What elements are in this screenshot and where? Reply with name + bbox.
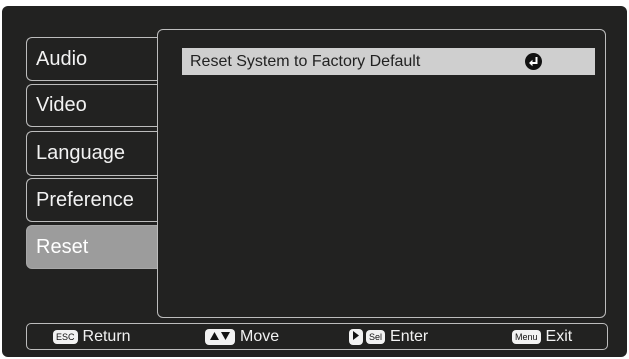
hint-label: Exit xyxy=(545,327,573,345)
tab-label: Reset xyxy=(36,235,89,258)
hint-exit: Menu Exit xyxy=(512,324,572,349)
tab-label: Video xyxy=(36,94,87,116)
menu-key-icon: Menu xyxy=(512,329,541,344)
sel-key-icon: Sel xyxy=(366,329,386,344)
tab-label: Audio xyxy=(36,47,88,70)
esc-key-icon: ESC xyxy=(53,329,78,344)
play-arrow-icon xyxy=(349,328,363,345)
hint-label: Return xyxy=(82,327,131,345)
tab-label: Language xyxy=(36,142,125,164)
tab-reset[interactable]: Reset xyxy=(26,225,175,269)
enter-icon xyxy=(525,53,542,70)
hint-label: Enter xyxy=(390,327,429,345)
hint-label: Move xyxy=(240,327,280,345)
hint-move: Move xyxy=(205,324,279,349)
hint-enter: Sel Enter xyxy=(349,324,428,349)
tab-preference[interactable]: Preference xyxy=(26,178,162,222)
tab-video[interactable]: Video xyxy=(26,84,162,127)
hint-return: ESC Return xyxy=(53,324,131,349)
reset-factory-default-item[interactable]: Reset System to Factory Default xyxy=(182,48,595,75)
up-down-arrows-icon xyxy=(205,328,235,345)
item-label: Reset System to Factory Default xyxy=(190,52,421,70)
tab-audio[interactable]: Audio xyxy=(26,37,162,81)
tab-language[interactable]: Language xyxy=(26,131,162,176)
tab-label: Preference xyxy=(36,188,134,211)
footer-hints: ESC Return Move Sel Enter Menu Exit xyxy=(26,323,608,350)
